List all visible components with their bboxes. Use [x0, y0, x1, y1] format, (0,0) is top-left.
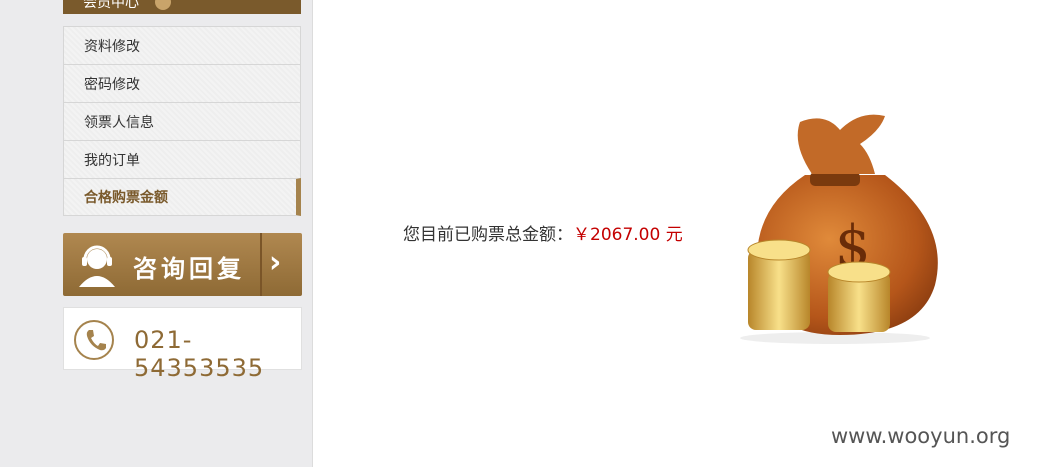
sidebar-item-password-edit[interactable]: 密码修改 [63, 64, 301, 102]
phone-contact: 021-54353535 [63, 307, 302, 382]
sidebar-item-label: 合格购票金额 [84, 190, 168, 206]
watermark: www.wooyun.org [831, 424, 1011, 448]
consult-reply-button[interactable]: 咨询回复 › [63, 233, 302, 296]
sidebar-item-profile-edit[interactable]: 资料修改 [63, 26, 301, 64]
consult-reply-label: 咨询回复 [133, 255, 245, 283]
sidebar-item-recipient-info[interactable]: 领票人信息 [63, 102, 301, 140]
member-center-header: 会员中心 [63, 0, 301, 14]
help-icon [155, 0, 171, 10]
phone-icon [74, 320, 114, 360]
phone-number: 021-54353535 [134, 326, 265, 382]
total-amount-unit: 元 [665, 225, 683, 245]
total-purchase-amount: 您目前已购票总金额：￥2067.00 元 [403, 220, 683, 245]
money-bag-icon: $ [740, 114, 938, 344]
sidebar-item-qualified-ticket-amount[interactable]: 合格购票金额 [63, 178, 301, 216]
sidebar-item-my-orders[interactable]: 我的订单 [63, 140, 301, 178]
sidebar-item-label: 领票人信息 [84, 114, 154, 131]
headset-person-icon [79, 245, 115, 287]
button-divider [260, 233, 262, 296]
sidebar-item-label: 资料修改 [84, 38, 140, 55]
sidebar-item-label: 密码修改 [84, 76, 140, 93]
sidebar-item-label: 我的订单 [84, 152, 140, 169]
total-amount-value: ￥2067.00 [573, 225, 661, 245]
total-label: 您目前已购票总金额： [403, 225, 573, 245]
sidebar-menu: 资料修改 密码修改 领票人信息 我的订单 合格购票金额 [63, 26, 301, 216]
chevron-right-icon: › [269, 245, 282, 280]
member-center-label: 会员中心 [83, 0, 139, 11]
